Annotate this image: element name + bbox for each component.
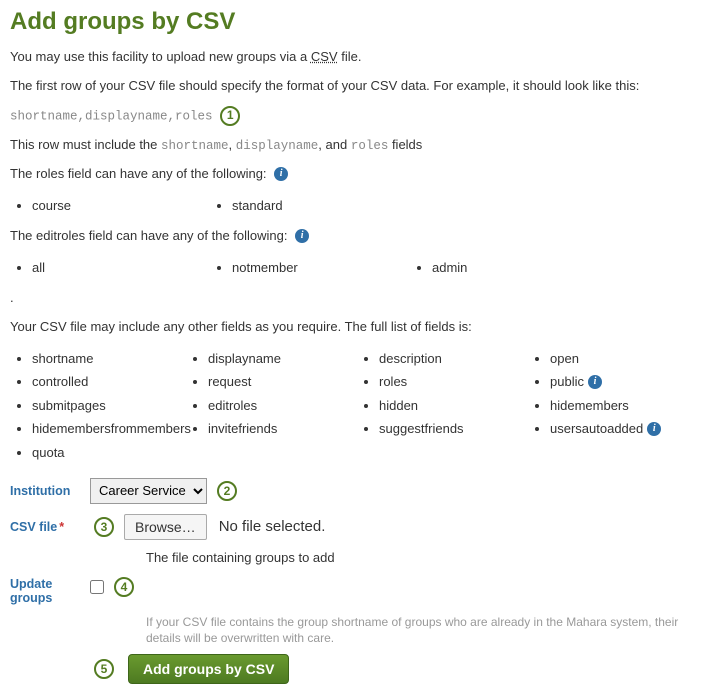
list-item: hidemembersfrommembers [32,417,186,440]
list-item: submitpages [32,394,186,417]
add-groups-button[interactable]: Add groups by CSV [128,654,289,684]
intro-prefix: You may use this facility to upload new … [10,49,311,64]
roles-intro: The roles field can have any of the foll… [10,165,699,184]
list-item: open [550,347,699,370]
must-include-suffix: fields [388,137,422,152]
list-item: hidemembers [550,394,699,417]
example-row-code: shortname,displayname,roles [10,109,213,123]
list-item: description [379,347,528,370]
list-item: publici [550,370,699,393]
must-include-sep2: , and [318,137,351,152]
update-groups-row: Update groups 4 [10,571,699,605]
info-icon[interactable]: i [274,167,288,181]
must-include-displayname: displayname [236,139,319,153]
list-item: displayname [208,347,357,370]
csv-file-label-text: CSV file [10,520,57,534]
list-item: admin [432,256,610,279]
info-icon[interactable]: i [588,375,602,389]
list-item: editroles [208,394,357,417]
list-item: controlled [32,370,186,393]
submit-row: 5 Add groups by CSV [90,654,699,684]
update-groups-help: If your CSV file contains the group shor… [146,615,699,646]
intro-suffix: file. [338,49,362,64]
list-item: invitefriends [208,417,357,440]
csv-abbr-link[interactable]: CSV [311,49,338,64]
roles-columns: course standard [10,194,699,217]
no-file-selected: No file selected. [219,518,326,535]
page-title: Add groups by CSV [10,8,699,36]
editroles-intro-text: The editroles field can have any of the … [10,228,288,243]
list-item: quota [32,441,186,464]
callout-1: 1 [220,106,240,126]
info-icon[interactable]: i [295,229,309,243]
list-item: notmember [232,256,410,279]
editroles-columns: all notmember admin [10,256,699,279]
browse-button[interactable]: Browse… [124,514,207,540]
update-groups-checkbox[interactable] [90,580,104,594]
first-row-text: The first row of your CSV file should sp… [10,77,699,96]
roles-intro-text: The roles field can have any of the foll… [10,166,267,181]
institution-row: Institution Career Service 2 [10,478,699,504]
list-item: standard [232,194,410,217]
example-row: shortname,displayname,roles 1 [10,106,699,126]
must-include-roles: roles [351,139,389,153]
intro-text: You may use this facility to upload new … [10,48,699,67]
callout-5: 5 [94,659,114,679]
list-item: all [32,256,210,279]
list-item: roles [379,370,528,393]
full-intro: Your CSV file may include any other fiel… [10,318,699,337]
editroles-intro: The editroles field can have any of the … [10,227,699,246]
info-icon[interactable]: i [647,422,661,436]
callout-3: 3 [94,517,114,537]
update-groups-label: Update groups [10,571,90,605]
list-item: shortname [32,347,186,370]
must-include-prefix: This row must include the [10,137,161,152]
csv-file-help: The file containing groups to add [146,550,699,565]
institution-select[interactable]: Career Service [90,478,207,504]
list-item: suggestfriends [379,417,528,440]
csv-file-row: CSV file* 3 Browse… No file selected. [10,514,699,540]
institution-label: Institution [10,478,90,498]
dot-line: . [10,289,699,308]
list-item: course [32,194,210,217]
must-include-shortname: shortname [161,139,229,153]
must-include-text: This row must include the shortname, dis… [10,136,699,155]
callout-2: 2 [217,481,237,501]
csv-file-label: CSV file* [10,514,90,534]
list-item: hidden [379,394,528,417]
list-item: request [208,370,357,393]
callout-4: 4 [114,577,134,597]
must-include-sep1: , [229,137,236,152]
full-fields-columns: shortnamecontrolledsubmitpageshidemember… [10,347,699,464]
list-item: usersautoaddedi [550,417,699,440]
required-mark: * [59,520,64,534]
